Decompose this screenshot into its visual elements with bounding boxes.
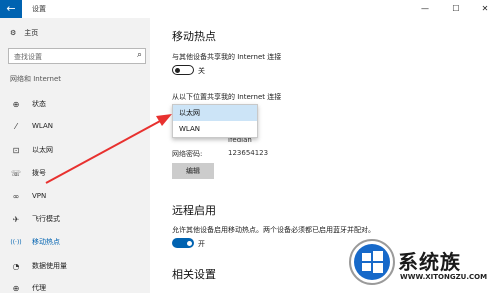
watermark: 系统族 WWW.XITONGZU.COM <box>348 238 495 293</box>
watermark-url: WWW.XITONGZU.COM <box>400 273 488 281</box>
arrow-head <box>156 114 172 126</box>
arrow-shaft <box>45 119 163 184</box>
watermark-logo-icon <box>349 239 395 285</box>
watermark-brand: 系统族 <box>398 250 461 274</box>
